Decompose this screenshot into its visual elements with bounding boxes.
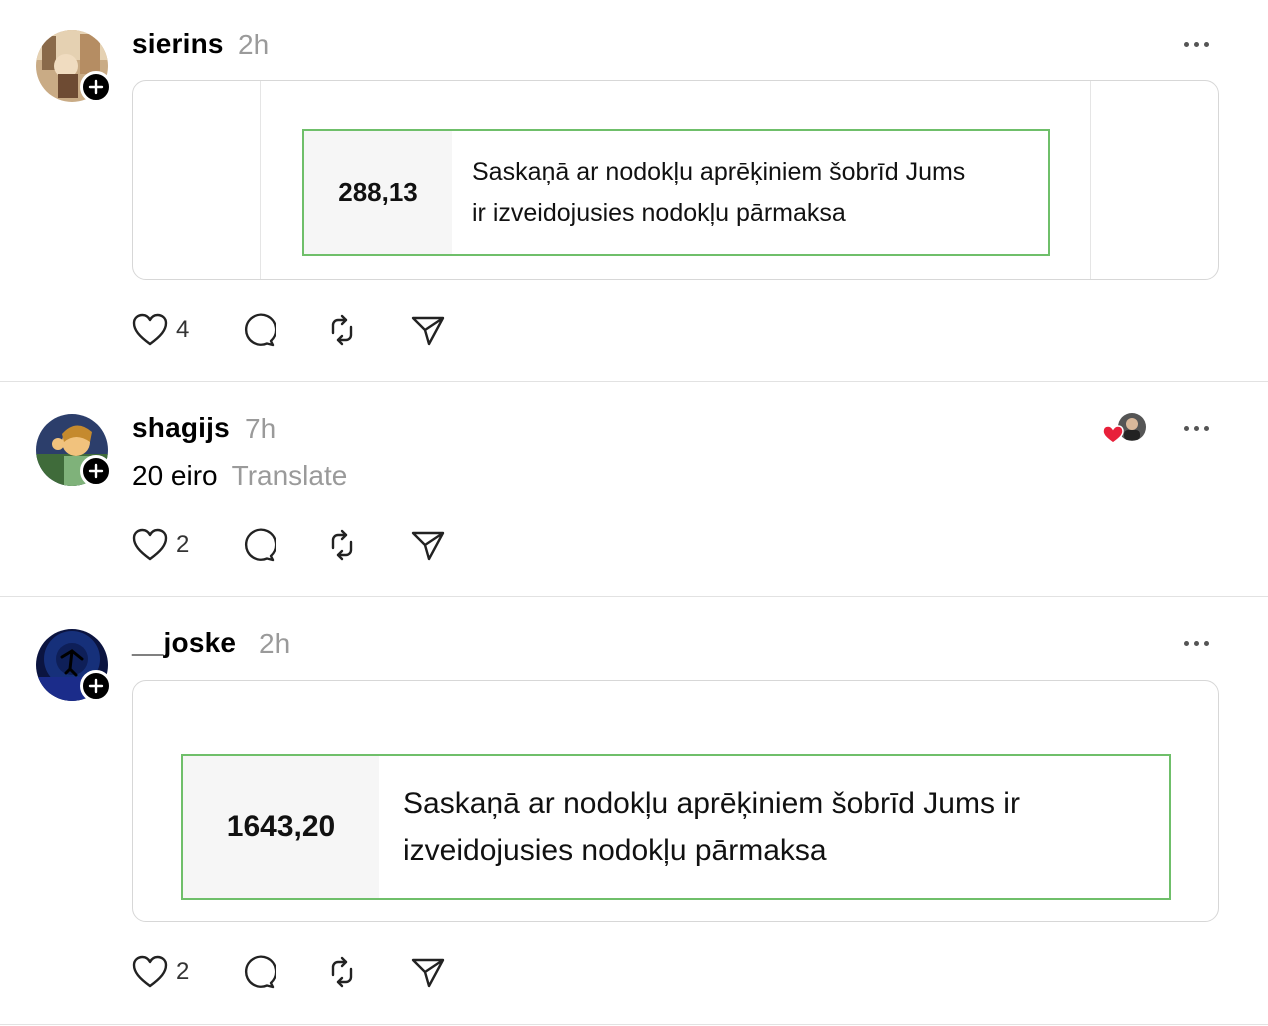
post-image[interactable]: 1643,20 Saskaņā ar nodokļu aprēķiniem šo… xyxy=(132,680,1219,922)
like-button[interactable]: 4 xyxy=(132,310,189,350)
tax-refund-box: 1643,20 Saskaņā ar nodokļu aprēķiniem šo… xyxy=(181,754,1171,900)
send-icon xyxy=(411,316,445,346)
heart-icon xyxy=(132,528,168,561)
refund-line-2: ir izveidojusies nodokļu pārmaksa xyxy=(472,198,846,227)
more-icon xyxy=(1184,640,1189,646)
translate-link[interactable]: Translate xyxy=(232,460,348,491)
author-avatar[interactable] xyxy=(36,30,112,103)
repost-icon xyxy=(331,956,353,988)
comment-icon xyxy=(244,955,276,989)
refund-text: Saskaņā ar nodokļu aprēķiniem šobrīd Jum… xyxy=(379,756,1020,898)
share-button[interactable] xyxy=(410,952,446,992)
more-button[interactable] xyxy=(1184,637,1214,649)
comment-icon xyxy=(244,528,276,562)
refund-amount: 1643,20 xyxy=(183,756,379,898)
image-divider xyxy=(1090,81,1091,279)
follow-button[interactable] xyxy=(80,670,112,702)
post-time[interactable]: 7h xyxy=(245,413,276,445)
repost-button[interactable] xyxy=(324,525,360,565)
send-icon xyxy=(411,958,445,988)
image-divider xyxy=(260,81,261,279)
author-avatar[interactable] xyxy=(36,414,112,487)
more-icon xyxy=(1184,425,1189,431)
like-count: 2 xyxy=(176,531,190,558)
like-button[interactable]: 2 xyxy=(132,525,189,565)
post-text: 20 eiro Translate xyxy=(132,460,347,492)
like-button[interactable]: 2 xyxy=(132,952,189,992)
repost-button[interactable] xyxy=(324,310,360,350)
post-time[interactable]: 2h xyxy=(238,29,269,61)
reply-button[interactable] xyxy=(240,525,276,565)
username[interactable]: shagijs xyxy=(132,412,230,444)
liker-avatar xyxy=(1102,413,1146,444)
heart-icon xyxy=(132,955,168,988)
heart-icon xyxy=(132,313,168,346)
more-icon-dot xyxy=(1194,425,1199,431)
more-icon-dot xyxy=(1204,425,1209,431)
post-actions: 2 xyxy=(132,952,472,992)
reply-button[interactable] xyxy=(240,952,276,992)
reply-button[interactable] xyxy=(240,310,276,350)
plus-icon xyxy=(88,463,104,479)
refund-amount: 288,13 xyxy=(304,131,452,254)
like-count: 2 xyxy=(176,958,190,985)
refund-line-1: Saskaņā ar nodokļu aprēķiniem šobrīd Jum… xyxy=(472,157,966,186)
tax-refund-box: 288,13 Saskaņā ar nodokļu aprēķiniem šob… xyxy=(302,129,1050,256)
post-actions: 4 xyxy=(132,310,472,350)
post-shagijs: shagijs 7h 20 eiro Translate 2 xyxy=(0,382,1268,597)
plus-icon xyxy=(88,678,104,694)
post-sierins: sierins 2h 288,13 Saskaņā ar nodokļu apr… xyxy=(0,0,1268,382)
username[interactable]: sierins xyxy=(132,28,224,60)
liked-by-indicator[interactable] xyxy=(1100,410,1150,446)
share-button[interactable] xyxy=(410,310,446,350)
repost-button[interactable] xyxy=(324,952,360,992)
post-joske: __joske 2h 1643,20 Saskaņā ar nodokļu ap… xyxy=(0,597,1268,1025)
post-actions: 2 xyxy=(132,525,472,565)
refund-line-1: Saskaņā ar nodokļu aprēķiniem šobrīd Jum… xyxy=(403,787,1020,820)
more-icon-dot xyxy=(1204,41,1209,47)
more-icon xyxy=(1184,41,1189,47)
follow-button[interactable] xyxy=(80,71,112,103)
share-button[interactable] xyxy=(410,525,446,565)
refund-text-lines: Saskaņā ar nodokļu aprēķiniem šobrīd Jum… xyxy=(403,780,1020,874)
follow-button[interactable] xyxy=(80,455,112,487)
more-icon-dot xyxy=(1204,640,1209,646)
more-icon-dot xyxy=(1194,640,1199,646)
like-count: 4 xyxy=(176,316,190,343)
refund-text: Saskaņā ar nodokļu aprēķiniem šobrīd Jum… xyxy=(452,131,965,254)
more-button[interactable] xyxy=(1184,422,1214,434)
refund-line-2: izveidojusies nodokļu pārmaksa xyxy=(403,834,827,867)
more-button[interactable] xyxy=(1184,38,1214,50)
plus-icon xyxy=(88,79,104,95)
more-icon-dot xyxy=(1194,41,1199,47)
send-icon xyxy=(411,531,445,561)
author-avatar[interactable] xyxy=(36,629,112,702)
post-image[interactable]: 288,13 Saskaņā ar nodokļu aprēķiniem šob… xyxy=(132,80,1219,280)
repost-icon xyxy=(331,314,353,346)
refund-text-lines: Saskaņā ar nodokļu aprēķiniem šobrīd Jum… xyxy=(472,152,965,234)
comment-icon xyxy=(244,313,276,347)
username[interactable]: __joske xyxy=(132,627,236,659)
post-text-content: 20 eiro xyxy=(132,460,218,491)
post-time[interactable]: 2h xyxy=(259,628,290,660)
repost-icon xyxy=(331,529,353,561)
